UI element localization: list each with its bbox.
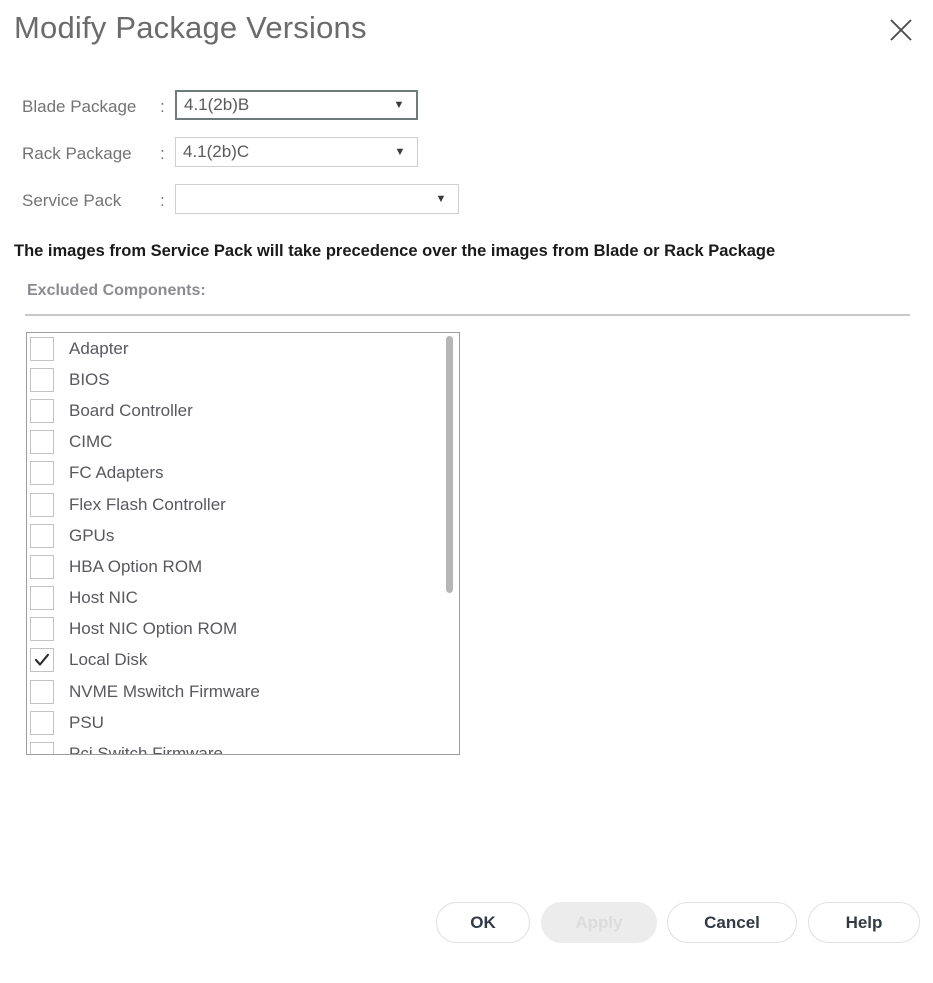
list-item[interactable]: PSU [27,707,459,738]
list-item[interactable]: BIOS [27,364,459,395]
service-pack-select[interactable]: ▼ [175,184,459,214]
checkbox-checked[interactable] [30,648,54,673]
blade-package-colon: : [160,97,165,116]
list-item-label: Flex Flash Controller [69,494,226,514]
form-row-rack-package: Rack Package : 4.1(2b)C ▼ [0,135,933,182]
list-item[interactable]: Board Controller [27,395,459,426]
dialog-footer: OK Apply Cancel Help [0,902,933,944]
list-scrollbar-thumb[interactable] [446,336,453,593]
list-item-label: NVME Mswitch Firmware [69,681,260,701]
list-item-label: Pci Switch Firmware [69,744,223,754]
checkbox-unchecked[interactable] [30,430,54,455]
rack-package-select[interactable]: 4.1(2b)C ▼ [175,137,418,167]
page-title: Modify Package Versions [14,10,367,45]
checkbox-unchecked[interactable] [30,336,54,361]
rack-package-label: Rack Package [22,144,132,163]
chevron-down-icon: ▼ [435,192,447,205]
list-item-label: CIMC [69,432,113,452]
list-item-label: HBA Option ROM [69,556,203,576]
checkbox-unchecked[interactable] [30,710,54,735]
service-pack-colon: : [160,191,165,210]
list-item-label: Host NIC [69,588,138,608]
excluded-components-header: Excluded Components: [27,282,206,299]
list-item[interactable]: HBA Option ROM [27,551,459,582]
blade-package-select[interactable]: 4.1(2b)B ▼ [175,90,418,120]
close-icon[interactable] [881,10,921,50]
checkbox-unchecked[interactable] [30,461,54,486]
rack-package-value: 4.1(2b)C [183,142,250,161]
list-item[interactable]: CIMC [27,427,459,458]
list-item[interactable]: Host NIC [27,583,459,614]
checkbox-unchecked[interactable] [30,367,54,392]
checkbox-unchecked[interactable] [30,586,54,611]
checkbox-unchecked[interactable] [30,679,54,704]
rack-package-colon: : [160,144,165,163]
list-item[interactable]: Local Disk [27,645,459,676]
list-item-label: Board Controller [69,400,193,420]
checkbox-unchecked[interactable] [30,492,54,517]
package-form: Blade Package : 4.1(2b)B ▼ Rack Package … [0,88,933,229]
checkbox-unchecked[interactable] [30,523,54,548]
list-item[interactable]: Host NIC Option ROM [27,614,459,645]
list-item[interactable]: Flex Flash Controller [27,489,459,520]
checkbox-unchecked[interactable] [30,554,54,579]
list-item-label: Adapter [69,338,129,358]
list-scrollbar[interactable] [445,336,454,751]
chevron-down-icon: ▼ [393,98,405,111]
blade-package-label: Blade Package [22,97,137,116]
cancel-button[interactable]: Cancel [667,902,797,943]
precedence-note: The images from Service Pack will take p… [14,242,776,260]
list-item-label: FC Adapters [69,463,164,483]
apply-button: Apply [541,902,657,943]
list-item[interactable]: NVME Mswitch Firmware [27,676,459,707]
list-item-label: BIOS [69,369,110,389]
list-item[interactable]: Adapter [27,333,459,364]
service-pack-label: Service Pack [22,191,122,210]
check-icon [34,654,50,667]
list-item-label: GPUs [69,525,115,545]
list-item[interactable]: FC Adapters [27,458,459,489]
list-item-label: PSU [69,712,104,732]
section-divider [25,314,910,316]
help-button[interactable]: Help [808,902,920,943]
list-item[interactable]: GPUs [27,520,459,551]
list-item-label: Host NIC Option ROM [69,619,238,639]
close-icon-glyph [890,19,912,41]
ok-button[interactable]: OK [436,902,530,943]
list-item[interactable]: Pci Switch Firmware [27,738,459,754]
blade-package-value: 4.1(2b)B [184,95,250,114]
excluded-components-list[interactable]: Adapter BIOS Board Controller CIMC FC Adapte… [26,332,460,755]
chevron-down-icon: ▼ [394,145,406,158]
form-row-service-pack: Service Pack : ▼ [0,182,933,229]
form-row-blade-package: Blade Package : 4.1(2b)B ▼ [0,88,933,135]
checkbox-unchecked[interactable] [30,617,54,642]
components-scroll-area: Adapter BIOS Board Controller CIMC FC Adapte… [27,333,459,754]
checkbox-unchecked[interactable] [30,742,54,754]
checkbox-unchecked[interactable] [30,398,54,423]
list-item-label: Local Disk [69,650,148,670]
